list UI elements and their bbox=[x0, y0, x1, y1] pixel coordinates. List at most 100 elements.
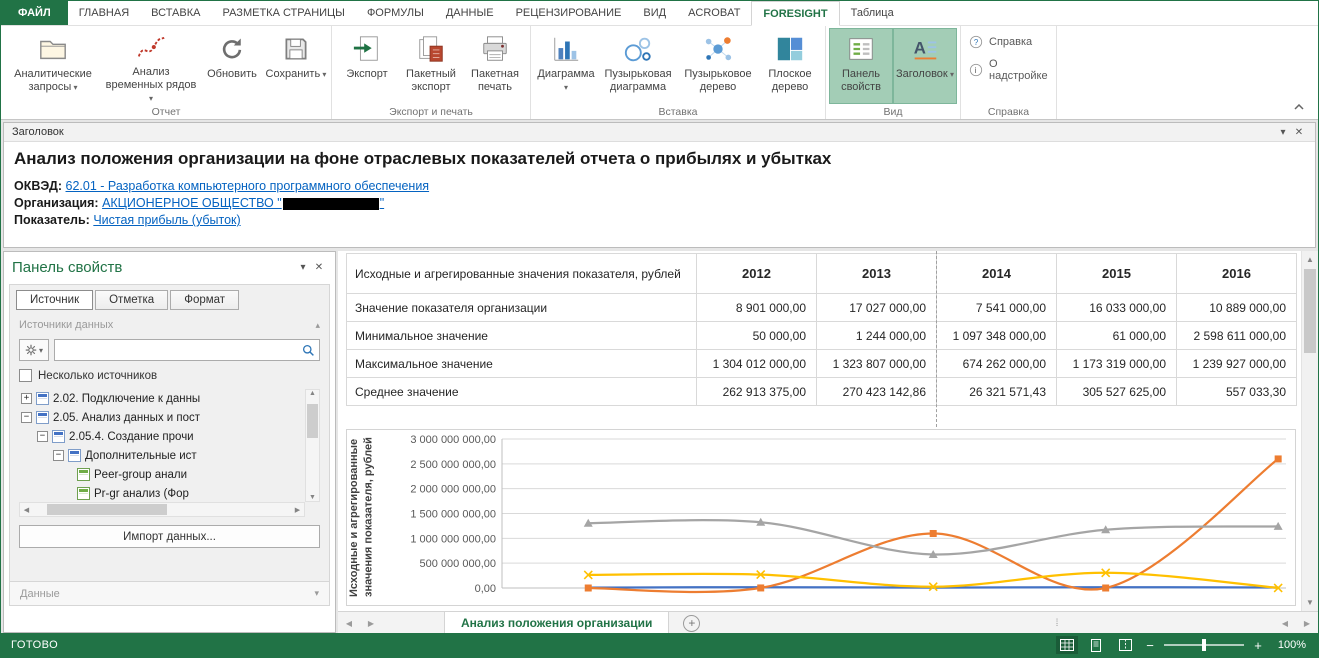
hscroll-left-icon[interactable]: ◀ bbox=[1274, 612, 1296, 635]
tree-item[interactable]: − 2.05. Анализ данных и пост bbox=[19, 408, 305, 427]
page-break-view-button[interactable] bbox=[1114, 636, 1136, 654]
scrollbar-thumb[interactable] bbox=[47, 504, 167, 515]
tree-item[interactable]: + 2.02. Подключение к данны bbox=[19, 389, 305, 408]
search-icon[interactable] bbox=[302, 344, 315, 357]
settings-dropdown-button[interactable]: ▾ bbox=[19, 339, 49, 361]
expand-toggle-icon[interactable]: + bbox=[21, 393, 32, 404]
value-cell[interactable]: 16 033 000,00 bbox=[1057, 294, 1177, 322]
sheet-nav-right-icon[interactable]: ▶ bbox=[360, 612, 382, 635]
tab-format[interactable]: Формат bbox=[170, 290, 239, 310]
scrollbar-thumb[interactable] bbox=[1304, 269, 1316, 353]
tab-formulas[interactable]: ФОРМУЛЫ bbox=[356, 1, 435, 25]
value-cell[interactable]: 61 000,00 bbox=[1057, 322, 1177, 350]
value-cell[interactable]: 2 598 611 000,00 bbox=[1177, 322, 1297, 350]
value-cell[interactable]: 8 901 000,00 bbox=[697, 294, 817, 322]
sheet-nav-left-icon[interactable]: ◀ bbox=[338, 612, 360, 635]
tab-table-contextual[interactable]: Таблица bbox=[840, 1, 905, 25]
zoom-out-button[interactable]: − bbox=[1143, 638, 1157, 653]
scroll-left-icon[interactable]: ◀ bbox=[20, 506, 33, 514]
value-cell[interactable]: 1 097 348 000,00 bbox=[937, 322, 1057, 350]
value-cell[interactable]: 557 033,30 bbox=[1177, 378, 1297, 406]
year-header[interactable]: 2013 bbox=[817, 254, 937, 294]
data-sources-section-header[interactable]: Источники данных ▴ bbox=[10, 314, 329, 336]
scroll-up-icon[interactable]: ▲ bbox=[306, 390, 319, 397]
year-header[interactable]: 2016 bbox=[1177, 254, 1297, 294]
collapse-toggle-icon[interactable]: − bbox=[53, 450, 64, 461]
chart-button[interactable]: Диаграмма bbox=[534, 28, 598, 104]
tree-item[interactable]: Pr-gr анализ (Фор bbox=[19, 484, 305, 502]
expand-section-icon[interactable]: ▾ bbox=[314, 588, 319, 599]
tab-review[interactable]: РЕЦЕНЗИРОВАНИЕ bbox=[505, 1, 633, 25]
collapse-ribbon-icon[interactable] bbox=[1288, 99, 1310, 115]
close-icon[interactable]: ✕ bbox=[311, 262, 327, 273]
zoom-in-button[interactable]: + bbox=[1251, 638, 1265, 653]
refresh-button[interactable]: Обновить bbox=[200, 28, 264, 104]
add-sheet-button[interactable]: + bbox=[683, 615, 700, 632]
chart-plot-area[interactable]: 3 000 000 000,002 500 000 000,002 000 00… bbox=[384, 430, 1294, 603]
collapse-toggle-icon[interactable]: − bbox=[37, 431, 48, 442]
tab-source[interactable]: Источник bbox=[16, 290, 93, 310]
search-input[interactable] bbox=[59, 344, 302, 356]
chevron-down-icon[interactable]: ▾ bbox=[1275, 127, 1291, 138]
value-cell[interactable]: 1 304 012 000,00 bbox=[697, 350, 817, 378]
zoom-slider-thumb[interactable] bbox=[1202, 639, 1206, 651]
row-label-cell[interactable]: Среднее значение bbox=[347, 378, 697, 406]
zoom-percentage[interactable]: 100% bbox=[1272, 639, 1306, 651]
scroll-right-icon[interactable]: ▶ bbox=[291, 506, 304, 514]
hscroll-right-icon[interactable]: ▶ bbox=[1296, 612, 1318, 635]
chevron-down-icon[interactable]: ▾ bbox=[295, 262, 311, 273]
line-chart[interactable]: Исходные и агрегированные значения показ… bbox=[346, 429, 1296, 606]
tab-view[interactable]: ВИД bbox=[632, 1, 677, 25]
collapse-toggle-icon[interactable]: − bbox=[21, 412, 32, 423]
tab-insert[interactable]: ВСТАВКА bbox=[140, 1, 211, 25]
table-corner-header[interactable]: Исходные и агрегированные значения показ… bbox=[347, 254, 697, 294]
value-cell[interactable]: 674 262 000,00 bbox=[937, 350, 1057, 378]
batch-export-button[interactable]: Пакетный экспорт bbox=[399, 28, 463, 104]
about-addin-button[interactable]: i О надстройке bbox=[964, 56, 1053, 84]
tree-vertical-scrollbar[interactable]: ▲ ▼ bbox=[305, 389, 320, 502]
value-cell[interactable]: 1 323 807 000,00 bbox=[817, 350, 937, 378]
import-data-button[interactable]: Импорт данных... bbox=[19, 525, 320, 548]
tab-mark[interactable]: Отметка bbox=[95, 290, 168, 310]
bubble-chart-button[interactable]: Пузырьковая диаграмма bbox=[598, 28, 678, 104]
export-button[interactable]: Экспорт bbox=[335, 28, 399, 104]
tab-home[interactable]: ГЛАВНАЯ bbox=[68, 1, 140, 25]
value-cell[interactable]: 262 913 375,00 bbox=[697, 378, 817, 406]
help-button[interactable]: ? Справка bbox=[964, 32, 1036, 52]
header-toggle-button[interactable]: A Заголовок bbox=[893, 28, 957, 104]
scrollbar-thumb[interactable] bbox=[307, 404, 318, 438]
time-series-analysis-button[interactable]: Анализ временных рядов bbox=[102, 28, 200, 104]
scroll-up-icon[interactable]: ▲ bbox=[1302, 251, 1318, 268]
row-label-cell[interactable]: Минимальное значение bbox=[347, 322, 697, 350]
value-cell[interactable]: 270 423 142,86 bbox=[817, 378, 937, 406]
tab-page-layout[interactable]: РАЗМЕТКА СТРАНИЦЫ bbox=[211, 1, 355, 25]
page-layout-view-button[interactable] bbox=[1085, 636, 1107, 654]
tree-item[interactable]: Peer-group анали bbox=[19, 465, 305, 484]
okved-link[interactable]: 62.01 - Разработка компьютерного програм… bbox=[66, 179, 430, 193]
bubble-tree-button[interactable]: Пузырьковое дерево bbox=[678, 28, 758, 104]
indicator-link[interactable]: Чистая прибыль (убыток) bbox=[93, 213, 240, 227]
row-label-cell[interactable]: Значение показателя организации bbox=[347, 294, 697, 322]
collapse-section-icon[interactable]: ▴ bbox=[315, 320, 320, 331]
value-cell[interactable]: 50 000,00 bbox=[697, 322, 817, 350]
tab-data[interactable]: ДАННЫЕ bbox=[435, 1, 505, 25]
scroll-down-icon[interactable]: ▼ bbox=[306, 494, 319, 501]
close-icon[interactable]: ✕ bbox=[1291, 127, 1307, 138]
zoom-slider[interactable] bbox=[1164, 644, 1244, 646]
value-cell[interactable]: 17 027 000,00 bbox=[817, 294, 937, 322]
row-label-cell[interactable]: Максимальное значение bbox=[347, 350, 697, 378]
value-cell[interactable]: 1 244 000,00 bbox=[817, 322, 937, 350]
value-cell[interactable]: 1 239 927 000,00 bbox=[1177, 350, 1297, 378]
value-cell[interactable]: 26 321 571,43 bbox=[937, 378, 1057, 406]
year-header[interactable]: 2012 bbox=[697, 254, 817, 294]
tree-horizontal-scrollbar[interactable]: ◀ ▶ bbox=[19, 502, 305, 517]
save-button[interactable]: Сохранить bbox=[264, 28, 328, 104]
horizontal-scrollbar-track[interactable] bbox=[1064, 612, 1274, 635]
tab-acrobat[interactable]: ACROBAT bbox=[677, 1, 751, 25]
value-cell[interactable]: 10 889 000,00 bbox=[1177, 294, 1297, 322]
multi-source-checkbox[interactable] bbox=[19, 369, 32, 382]
value-cell[interactable]: 7 541 000,00 bbox=[937, 294, 1057, 322]
year-header[interactable]: 2015 bbox=[1057, 254, 1177, 294]
year-header[interactable]: 2014 bbox=[937, 254, 1057, 294]
organization-link[interactable]: АКЦИОНЕРНОЕ ОБЩЕСТВО "" bbox=[102, 196, 384, 210]
